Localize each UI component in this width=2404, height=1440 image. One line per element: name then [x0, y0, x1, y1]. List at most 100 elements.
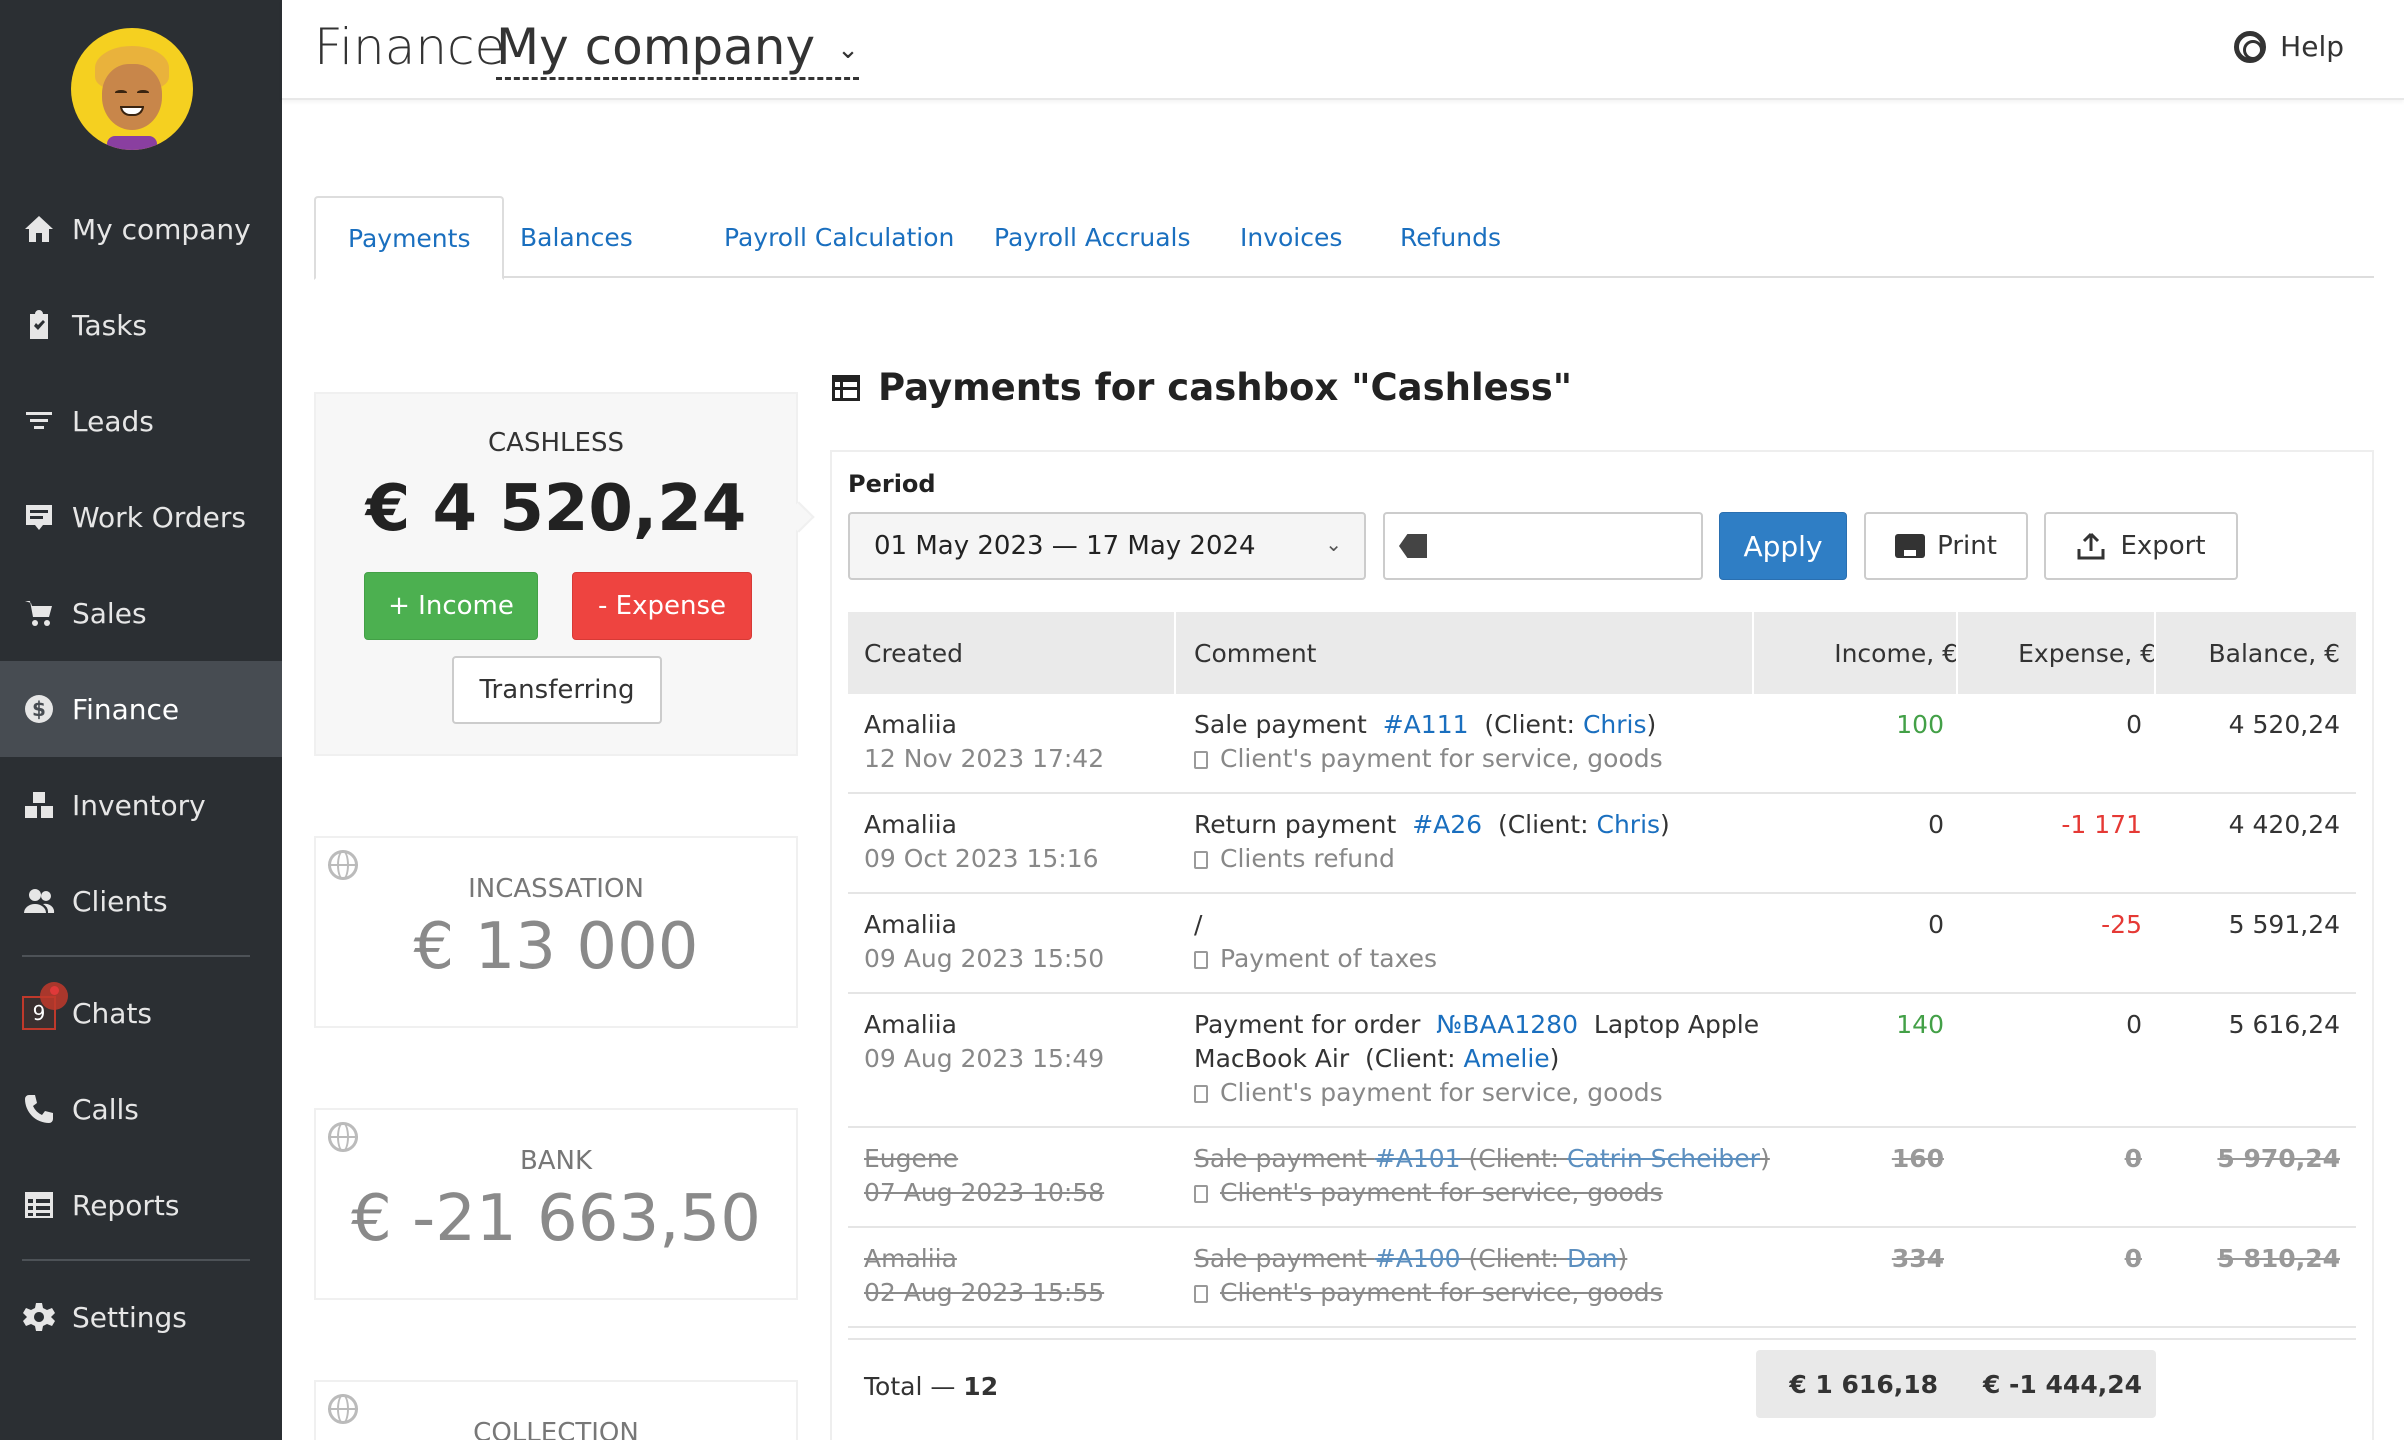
nav-divider	[22, 1259, 250, 1261]
sidebar-item-clients[interactable]: Clients	[0, 853, 282, 949]
sidebar-item-settings[interactable]: Settings	[0, 1269, 282, 1365]
total-label: Total — 12	[864, 1372, 998, 1401]
table-row[interactable]: Amaliia 12 Nov 2023 17:42 Sale payment #…	[848, 694, 2356, 794]
cashbox-amount: € 4 520,24	[365, 472, 747, 546]
sidebar-item-inventory[interactable]: Inventory	[0, 757, 282, 853]
sidebar-item-finance[interactable]: $ Finance	[0, 661, 282, 757]
sidebar-item-label: Work Orders	[72, 500, 246, 534]
author: Amaliia	[864, 710, 957, 739]
cashbox-card-incassation[interactable]: INCASSATION € 13 000	[314, 836, 798, 1028]
header: Finance My company ⌄ Help	[282, 0, 2404, 100]
expense-value: 0	[2124, 1144, 2142, 1173]
author: Amaliia	[864, 1244, 957, 1273]
company-dropdown[interactable]: My company ⌄	[496, 18, 859, 80]
cashbox-name: BANK	[519, 1146, 593, 1176]
table-row-cancelled[interactable]: Eugene 07 Aug 2023 10:58 Sale payment #A…	[848, 1128, 2356, 1228]
document-icon	[1194, 1185, 1208, 1203]
comment-text: Sale payment	[1194, 710, 1367, 739]
client-suffix: )	[1617, 1244, 1628, 1273]
reports-icon	[22, 1188, 56, 1222]
period-date-range-select[interactable]: 01 May 2023 — 17 May 2024 ⌄	[848, 512, 1366, 580]
sidebar-item-label: Leads	[72, 404, 154, 438]
comment-text: Sale payment	[1194, 1244, 1367, 1273]
document-icon	[1194, 951, 1208, 969]
client-link[interactable]: Catrin Scheiber	[1567, 1144, 1760, 1173]
add-expense-button[interactable]: - Expense	[572, 572, 752, 640]
sidebar-item-calls[interactable]: Calls	[0, 1061, 282, 1157]
cashbox-card-cashless[interactable]: CASHLESS € 4 520,24 + Income - Expense T…	[314, 392, 815, 756]
column-header-expense[interactable]: Expense, €	[1958, 612, 2156, 694]
printer-icon	[1895, 534, 1926, 558]
phone-icon	[22, 1092, 56, 1126]
note-text: Client's payment for service, goods	[1220, 1078, 1663, 1107]
sidebar: My company Tasks Leads Work Orders Sales…	[0, 0, 282, 1440]
client-prefix: (Client:	[1497, 810, 1589, 839]
sidebar-item-leads[interactable]: Leads	[0, 373, 282, 469]
avatar[interactable]	[71, 28, 193, 150]
cashbox-card-bank[interactable]: BANK € -21 663,50	[314, 1108, 798, 1300]
tab-balances[interactable]: Balances	[488, 196, 665, 278]
comment-text: Sale payment	[1194, 1144, 1367, 1173]
author: Eugene	[864, 1144, 959, 1173]
comment: Payment for order №BAA1280 Laptop Apple	[1194, 1010, 1759, 1039]
period-label: Period	[848, 470, 936, 498]
tab-payments[interactable]: Payments	[314, 196, 505, 280]
cashbox-name: CASHLESS	[488, 428, 624, 458]
sidebar-item-my-company[interactable]: My company	[0, 181, 282, 277]
client-link[interactable]: Chris	[1596, 810, 1660, 839]
client-prefix: (Client:	[1484, 710, 1575, 739]
expense-value: 0	[2126, 1010, 2142, 1039]
help-label: Help	[2280, 30, 2344, 63]
column-header-created[interactable]: Created	[864, 612, 963, 694]
add-income-button[interactable]: + Income	[364, 572, 538, 640]
tab-refunds[interactable]: Refunds	[1368, 196, 1533, 278]
order-link[interactable]: #A111	[1383, 710, 1469, 739]
document-icon	[1194, 751, 1208, 769]
cashbox-card-collection[interactable]: COLLECTION	[314, 1380, 798, 1440]
column-header-comment[interactable]: Comment	[1194, 612, 1317, 694]
table-row[interactable]: Amaliia 09 Oct 2023 15:16 Return payment…	[848, 794, 2356, 894]
sidebar-item-work-orders[interactable]: Work Orders	[0, 469, 282, 565]
column-header-balance[interactable]: Balance, €	[2156, 612, 2340, 694]
tab-invoices[interactable]: Invoices	[1208, 196, 1374, 278]
period-value: 01 May 2023 — 17 May 2024	[874, 531, 1256, 561]
income-value: 0	[1928, 810, 1944, 839]
notification-dot	[40, 982, 68, 1010]
client-prefix: (Client:	[1468, 1144, 1560, 1173]
order-link[interactable]: #A26	[1412, 810, 1482, 839]
apply-button[interactable]: Apply	[1719, 512, 1847, 580]
client-link[interactable]: Amelie	[1464, 1044, 1550, 1073]
table-row-cancelled[interactable]: Amaliia 02 Aug 2023 15:55 Sale payment #…	[848, 1228, 2356, 1328]
sidebar-item-chats[interactable]: 9 Chats	[0, 965, 282, 1061]
product-name-cont: MacBook Air (Client:	[1194, 1044, 1456, 1073]
sidebar-item-label: Reports	[72, 1188, 180, 1222]
export-label: Export	[2120, 531, 2206, 561]
order-link[interactable]: #A100	[1375, 1244, 1461, 1273]
export-button[interactable]: Export	[2044, 512, 2238, 580]
column-header-income[interactable]: Income, €	[1754, 612, 1958, 694]
client-link[interactable]: Dan	[1567, 1244, 1617, 1273]
sidebar-item-sales[interactable]: Sales	[0, 565, 282, 661]
income-value: 334	[1891, 1244, 1944, 1273]
table-row[interactable]: Amaliia 09 Aug 2023 15:50 / Payment of t…	[848, 894, 2356, 994]
sidebar-item-label: Calls	[72, 1092, 139, 1126]
order-link[interactable]: #A101	[1375, 1144, 1461, 1173]
client-link[interactable]: Chris	[1583, 710, 1647, 739]
sidebar-item-reports[interactable]: Reports	[0, 1157, 282, 1253]
transfer-button[interactable]: Transferring	[452, 656, 662, 724]
work-order-icon	[22, 500, 56, 534]
help-button[interactable]: Help	[2234, 30, 2344, 63]
note-text: Client's payment for service, goods	[1220, 1278, 1663, 1307]
tab-payroll-calculation[interactable]: Payroll Calculation	[692, 196, 986, 278]
sidebar-item-label: Clients	[72, 884, 168, 918]
print-button[interactable]: Print	[1864, 512, 2028, 580]
sidebar-item-tasks[interactable]: Tasks	[0, 277, 282, 373]
gear-icon	[22, 1300, 56, 1334]
tag-filter-input[interactable]	[1383, 512, 1703, 580]
order-link[interactable]: №BAA1280	[1436, 1010, 1578, 1039]
table-row[interactable]: Amaliia 09 Aug 2023 15:49 Payment for or…	[848, 994, 2356, 1128]
table-total-row: Total — 12 € 1 616,18 € -1 444,24	[848, 1338, 2356, 1434]
client-suffix: )	[1646, 710, 1657, 739]
tab-payroll-accruals[interactable]: Payroll Accruals	[962, 196, 1223, 278]
cashbox-amount: € -21 663,50	[351, 1182, 761, 1256]
